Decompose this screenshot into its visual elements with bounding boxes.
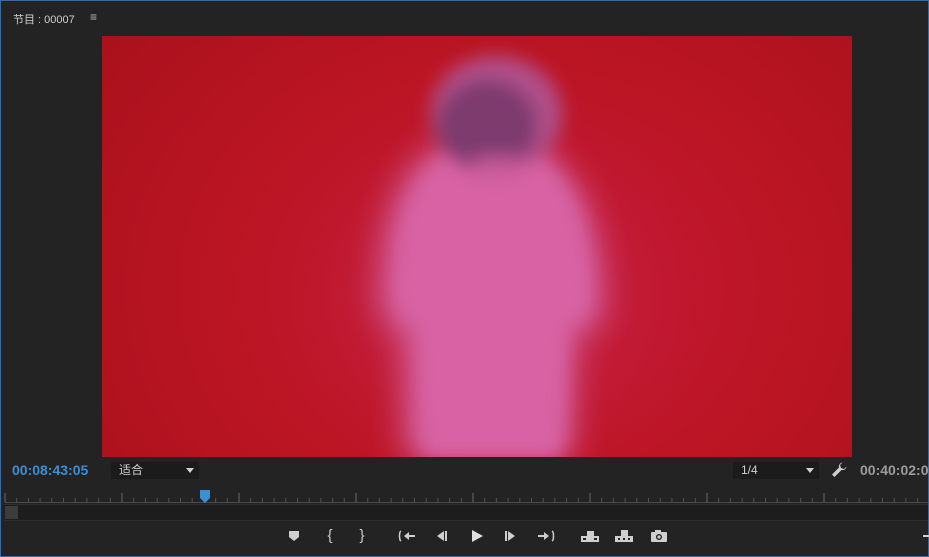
go-to-out-button[interactable] [532,523,560,549]
duration-timecode: 00:40:02:0 [860,462,929,478]
chevron-down-icon [186,468,194,473]
wrench-icon[interactable] [830,461,848,479]
go-to-out-icon [538,530,555,542]
mark-in-icon: { [327,527,333,544]
go-to-in-button[interactable] [393,523,421,549]
playhead-icon[interactable] [199,490,211,504]
playback-resolution-dropdown[interactable]: 1/4 [733,462,819,479]
panel-header: 节目 : 00007 ≡ [1,1,928,31]
play-button[interactable] [463,523,491,549]
time-ruler[interactable] [1,488,928,504]
playback-resolution-value: 1/4 [741,463,758,477]
more-controls-icon[interactable] [922,529,929,543]
mark-out-icon: } [359,527,365,544]
extract-button[interactable] [610,523,638,549]
step-forward-button[interactable] [497,523,525,549]
video-frame-image [262,56,722,457]
add-marker-icon [289,531,299,541]
mark-out-button[interactable]: } [348,523,376,549]
extract-icon [615,530,633,542]
step-back-icon [437,531,447,541]
program-video-frame[interactable] [102,36,852,457]
camera-icon [651,530,667,542]
step-forward-icon [505,531,515,541]
time-ruler-baseline [5,502,928,503]
play-icon [472,530,483,542]
mark-in-button[interactable]: { [316,523,344,549]
scrollbar-handle[interactable] [5,506,18,519]
lift-button[interactable] [576,523,604,549]
panel-menu-icon[interactable]: ≡ [90,10,97,24]
lift-icon [581,531,599,542]
transport-controls: { } [1,523,929,549]
current-timecode[interactable]: 00:08:43:05 [12,462,88,478]
program-monitor-panel: 节目 : 00007 ≡ 00:08:43:05 适合 1/4 00:40:02… [0,0,929,557]
step-back-button[interactable] [427,523,455,549]
export-frame-button[interactable] [645,523,673,549]
add-marker-button[interactable] [280,523,308,549]
zoom-level-dropdown[interactable]: 适合 [111,462,199,479]
go-to-in-icon [398,530,415,542]
chevron-down-icon [806,468,814,473]
zoom-level-value: 适合 [119,463,144,477]
zoom-scrollbar[interactable] [4,504,928,521]
panel-title[interactable]: 节目 : 00007 [13,11,75,27]
